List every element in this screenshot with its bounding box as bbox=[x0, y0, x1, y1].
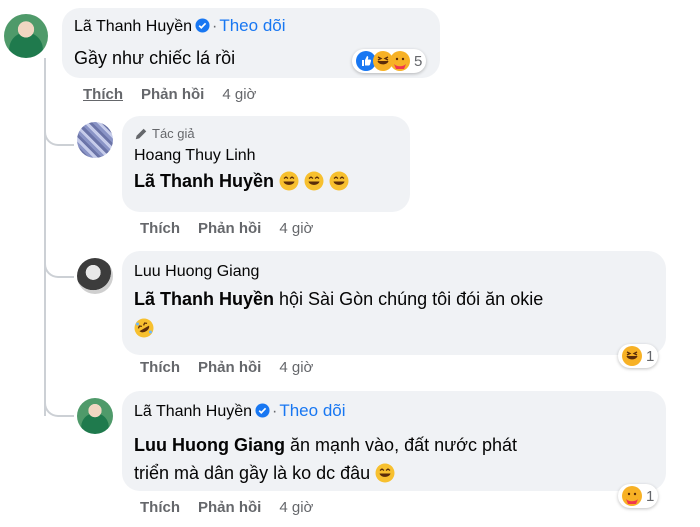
reaction-summary[interactable]: 1 bbox=[618, 344, 659, 368]
comment-author-row: Lã Thanh Huyền · Theo dõi bbox=[74, 16, 428, 38]
verified-badge-icon bbox=[195, 18, 210, 38]
reply-button[interactable]: Phản hồi bbox=[198, 220, 261, 237]
comment-actions: Thích Phản hồi 4 giờ bbox=[140, 220, 331, 237]
mention-link[interactable]: Luu Huong Giang bbox=[134, 435, 285, 455]
like-button[interactable]: Thích bbox=[140, 220, 180, 237]
care-reaction-icon bbox=[390, 51, 410, 71]
thread-line-main bbox=[44, 58, 46, 416]
avatar[interactable] bbox=[4, 14, 48, 58]
mention-link[interactable]: Lã Thanh Huyền bbox=[134, 171, 274, 191]
grinning-emoji-icon bbox=[329, 171, 349, 196]
comment-actions: Thích Phản hồi 4 giờ bbox=[140, 499, 331, 516]
thread-connector-1 bbox=[44, 120, 74, 146]
haha-reaction-icon bbox=[622, 346, 642, 366]
separator-dot: · bbox=[212, 18, 218, 35]
comment-bubble: Tác giả Hoang Thuy Linh Lã Thanh Huyền bbox=[122, 116, 410, 212]
author-tag-label: Tác giả bbox=[152, 126, 195, 141]
thread-connector-3 bbox=[44, 385, 74, 417]
follow-link[interactable]: Theo dõi bbox=[279, 401, 345, 420]
author-name[interactable]: Lã Thanh Huyền bbox=[74, 18, 192, 35]
thread-connector-2 bbox=[44, 250, 74, 278]
timestamp[interactable]: 4 giờ bbox=[279, 359, 313, 376]
rofl-emoji-icon bbox=[134, 318, 654, 343]
comment-body-line1: ăn mạnh vào, đất nước phát bbox=[290, 435, 517, 455]
grinning-emoji-icon bbox=[304, 171, 324, 196]
comment-text: Lã Thanh Huyền hội Sài Gòn chúng tôi đói… bbox=[134, 289, 654, 310]
like-button[interactable]: Thích bbox=[140, 359, 180, 376]
grinning-emoji-icon bbox=[279, 171, 299, 196]
comment-bubble: Luu Huong Giang Lã Thanh Huyền hội Sài G… bbox=[122, 251, 666, 355]
timestamp[interactable]: 4 giờ bbox=[279, 499, 313, 516]
reaction-summary[interactable]: 5 bbox=[352, 49, 427, 73]
comment-actions: Thích Phản hồi 4 giờ bbox=[140, 359, 331, 376]
comment-text: Lã Thanh Huyền bbox=[134, 171, 398, 196]
like-button[interactable]: Thích bbox=[83, 86, 123, 103]
mention-link[interactable]: Lã Thanh Huyền bbox=[134, 289, 274, 309]
timestamp[interactable]: 4 giờ bbox=[279, 220, 313, 237]
reaction-count: 1 bbox=[646, 487, 655, 505]
timestamp[interactable]: 4 giờ bbox=[222, 86, 256, 103]
comment-actions: Thích Phản hồi 4 giờ bbox=[83, 86, 274, 103]
comment-text: Luu Huong Giang ăn mạnh vào, đất nước ph… bbox=[134, 431, 654, 491]
author-name[interactable]: Hoang Thuy Linh bbox=[134, 147, 398, 165]
reply-button[interactable]: Phản hồi bbox=[198, 499, 261, 516]
pencil-icon bbox=[135, 128, 147, 139]
reply-button[interactable]: Phản hồi bbox=[141, 86, 204, 103]
reaction-summary[interactable]: 1 bbox=[618, 484, 659, 508]
author-name[interactable]: Luu Huong Giang bbox=[134, 263, 654, 281]
avatar[interactable] bbox=[77, 122, 113, 158]
reaction-count: 5 bbox=[414, 52, 423, 70]
comment-body-line2: triển mà dân gầy là ko dc đâu bbox=[134, 463, 371, 483]
separator-dot: · bbox=[272, 403, 278, 420]
author-tag: Tác giả bbox=[134, 126, 398, 141]
comment-author-row: Lã Thanh Huyền · Theo dõi bbox=[134, 401, 654, 423]
verified-badge-icon bbox=[255, 403, 270, 423]
author-name[interactable]: Lã Thanh Huyền bbox=[134, 403, 252, 420]
avatar[interactable] bbox=[77, 398, 113, 434]
comment-body: hội Sài Gòn chúng tôi đói ăn okie bbox=[279, 289, 544, 309]
follow-link[interactable]: Theo dõi bbox=[219, 16, 285, 35]
grinning-emoji-icon bbox=[375, 463, 395, 491]
avatar[interactable] bbox=[77, 258, 113, 294]
care-reaction-icon bbox=[622, 486, 642, 506]
reaction-count: 1 bbox=[646, 347, 655, 365]
comment-bubble: Lã Thanh Huyền · Theo dõi Luu Huong Giang … bbox=[122, 391, 666, 491]
reply-button[interactable]: Phản hồi bbox=[198, 359, 261, 376]
like-button[interactable]: Thích bbox=[140, 499, 180, 516]
